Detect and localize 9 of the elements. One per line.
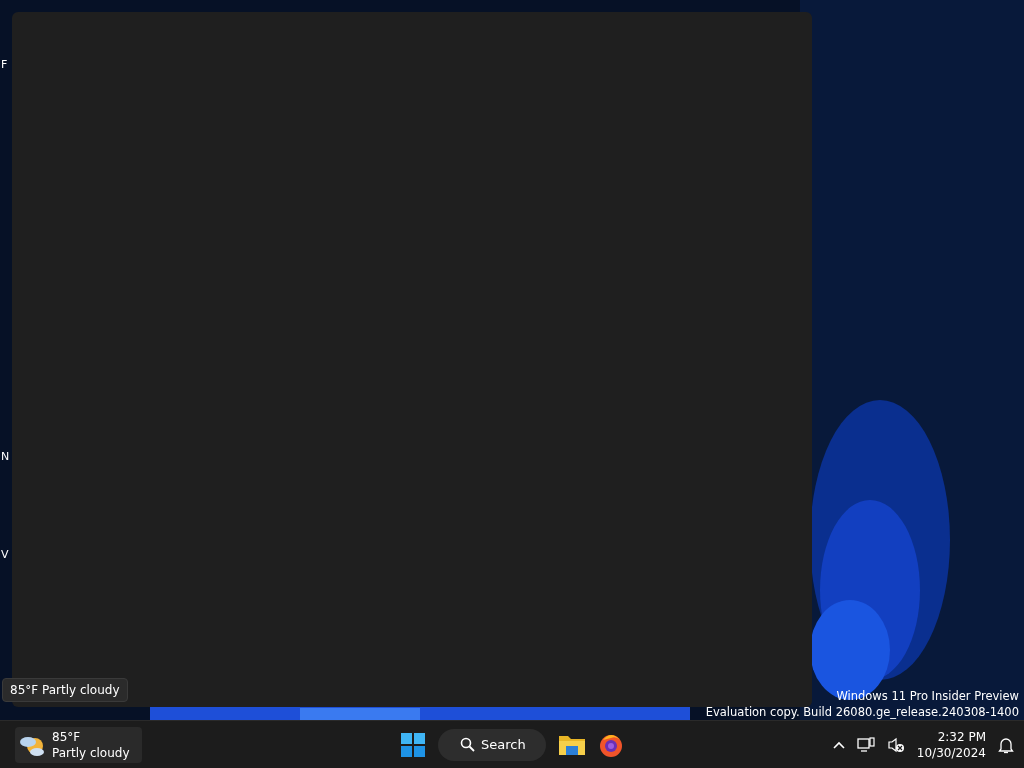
watermark-text: Windows 11 Pro Insider Preview xyxy=(836,688,1019,704)
weather-widget[interactable]: 85°F Partly cloudy xyxy=(15,726,142,763)
icon-label: F xyxy=(1,58,8,71)
weather-tooltip: 85°F Partly cloudy xyxy=(2,678,128,702)
search-button[interactable]: Search xyxy=(438,728,546,761)
icon-label: V xyxy=(1,548,9,561)
watermark-text: Evaluation copy. Build 26080.ge_release.240308-1400 xyxy=(705,704,1019,720)
clock[interactable]: 2:32 PM 10/30/2024 xyxy=(916,728,986,761)
icon-label: N xyxy=(1,450,10,463)
